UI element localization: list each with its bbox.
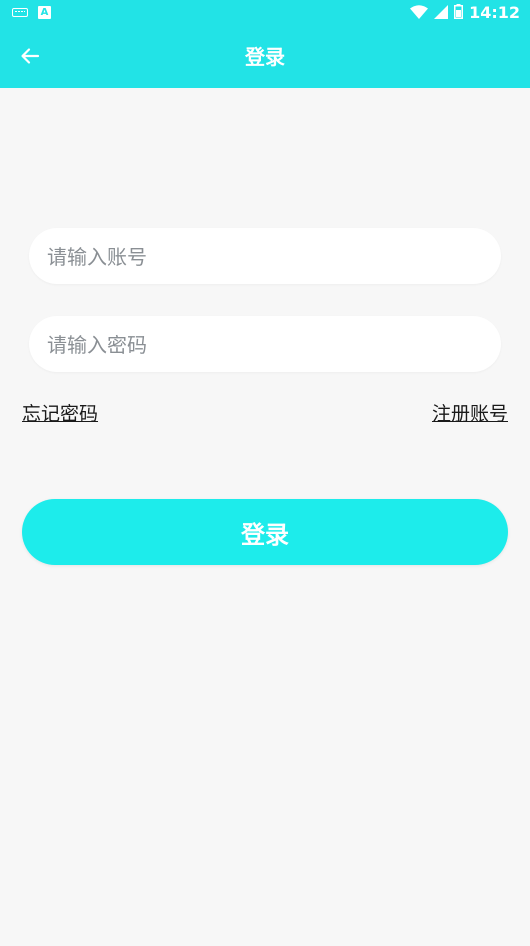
password-input-container bbox=[29, 316, 501, 374]
login-screen: A 14:12 登录 请输入账号 忘记密码 注册账号 登录 bbox=[0, 0, 530, 946]
battery-icon bbox=[454, 3, 464, 23]
wifi-icon bbox=[410, 4, 429, 23]
status-time: 14:12 bbox=[469, 3, 520, 22]
forgot-password-link[interactable]: 忘记密码 bbox=[22, 400, 98, 428]
status-right-icons: 14:12 bbox=[410, 3, 520, 23]
account-input-container bbox=[29, 228, 501, 286]
register-account-link[interactable]: 注册账号 bbox=[432, 400, 508, 428]
a-app-icon: A bbox=[38, 6, 51, 19]
keyboard-icon bbox=[12, 8, 28, 17]
password-input[interactable] bbox=[45, 316, 479, 374]
login-button[interactable]: 登录 bbox=[22, 499, 508, 565]
toolbar: 登录 bbox=[0, 26, 530, 88]
account-input[interactable] bbox=[45, 228, 479, 286]
status-left-icons: A bbox=[12, 6, 51, 19]
status-bar: A 14:12 bbox=[0, 0, 530, 26]
page-title: 登录 bbox=[245, 45, 285, 69]
cellular-signal-icon bbox=[434, 4, 449, 23]
